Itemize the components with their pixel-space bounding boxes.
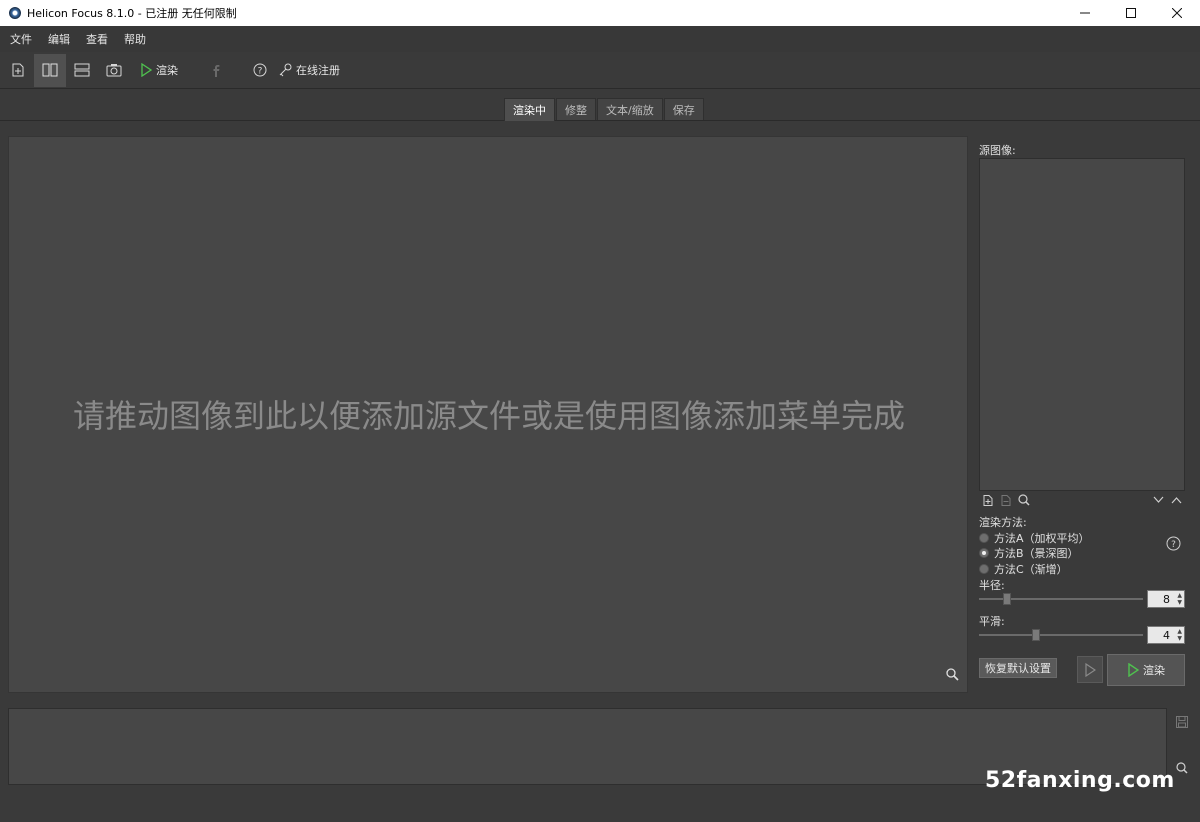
help-icon: ? <box>253 63 267 77</box>
camera-icon <box>106 64 122 77</box>
preview-zoom-button[interactable] <box>946 668 959 684</box>
menu-file[interactable]: 文件 <box>10 31 32 47</box>
source-tools <box>979 492 1185 508</box>
register-online-button[interactable]: 在线注册 <box>276 54 350 87</box>
smoothing-label: 平滑: <box>979 615 1005 628</box>
menu-view[interactable]: 查看 <box>86 31 108 47</box>
render-toolbar-label: 渲染 <box>156 64 178 77</box>
log-zoom-button[interactable] <box>1176 762 1188 777</box>
method-a-radio[interactable] <box>979 533 989 543</box>
remove-file-icon <box>1001 494 1011 506</box>
smoothing-slider-thumb[interactable] <box>1032 629 1040 641</box>
method-c-label: 方法C（渐增） <box>994 563 1068 576</box>
app-logo-icon <box>9 7 21 19</box>
facebook-button[interactable] <box>200 54 232 87</box>
drop-hint-text: 请推动图像到此以便添加源文件或是使用图像添加菜单完成 <box>72 397 905 435</box>
menu-help[interactable]: 帮助 <box>124 31 146 47</box>
facebook-icon <box>213 65 220 77</box>
smoothing-value: 4 <box>1163 628 1170 642</box>
close-button[interactable] <box>1154 0 1200 26</box>
camera-button[interactable] <box>98 54 130 87</box>
add-source-button[interactable] <box>979 494 997 506</box>
radius-value: 8 <box>1163 592 1170 606</box>
source-images-list[interactable] <box>979 158 1185 491</box>
render-method-label: 渲染方法: <box>979 516 1027 529</box>
render-toolbar-button[interactable]: 渲染 <box>130 54 188 87</box>
method-b-option[interactable]: 方法B（景深图） <box>979 545 1079 561</box>
render-button-label: 渲染 <box>1143 664 1165 677</box>
method-help-button[interactable]: ? <box>1166 536 1181 554</box>
save-icon <box>1176 716 1188 728</box>
svg-text:?: ? <box>258 67 263 77</box>
toolbar: 渲染 ? 在线注册 <box>0 52 1200 89</box>
svg-text:?: ? <box>1171 540 1176 550</box>
maximize-button[interactable] <box>1108 0 1154 26</box>
minimize-icon <box>1080 12 1090 14</box>
maximize-icon <box>1126 8 1136 18</box>
smoothing-slider-track <box>979 634 1143 636</box>
add-file-icon <box>983 494 993 506</box>
menu-edit[interactable]: 编辑 <box>48 31 70 47</box>
source-zoom-button[interactable] <box>1015 494 1033 506</box>
title-bar: Helicon Focus 8.1.0 - 已注册 无任何限制 <box>0 0 1200 26</box>
radius-slider[interactable] <box>979 593 1143 605</box>
tab-text-scale[interactable]: 文本/缩放 <box>597 98 663 120</box>
chevron-down-icon <box>1153 496 1163 503</box>
reset-defaults-button[interactable]: 恢复默认设置 <box>979 658 1057 678</box>
source-images-label: 源图像: <box>979 144 1016 157</box>
split-horizontal-icon <box>74 63 90 77</box>
menu-bar: 文件 编辑 查看 帮助 <box>0 26 1200 52</box>
method-c-option[interactable]: 方法C（渐增） <box>979 561 1068 577</box>
method-c-radio[interactable] <box>979 564 989 574</box>
method-b-label: 方法B（景深图） <box>994 547 1079 560</box>
radius-stepper-arrows[interactable]: ▲ ▼ <box>1177 592 1182 606</box>
right-panel: 源图像: 渲染方法: 方法A（加权平均） 方法B（景深图） 方法C（渐增） ? <box>976 136 1192 696</box>
key-icon <box>279 63 292 77</box>
tab-rendering[interactable]: 渲染中 <box>504 98 555 121</box>
zoom-icon <box>1018 494 1030 506</box>
window-title: Helicon Focus 8.1.0 - 已注册 无任何限制 <box>27 7 237 20</box>
remove-source-button[interactable] <box>997 494 1015 506</box>
render-button[interactable]: 渲染 <box>1107 654 1185 686</box>
play-icon <box>141 63 152 77</box>
zoom-icon <box>946 668 959 681</box>
radius-label: 半径: <box>979 579 1005 592</box>
register-online-label: 在线注册 <box>296 64 340 77</box>
window-controls <box>1062 0 1200 26</box>
help-icon: ? <box>1166 536 1181 551</box>
zoom-icon <box>1176 762 1188 774</box>
mode-tabs: 渲染中 修整 文本/缩放 保存 <box>504 98 705 121</box>
watermark-text: 52fanxing.com <box>985 768 1175 793</box>
tabs-row: 渲染中 修整 文本/缩放 保存 <box>0 90 1200 121</box>
smoothing-stepper[interactable]: 4 ▲ ▼ <box>1147 626 1185 644</box>
tab-retouch[interactable]: 修整 <box>556 98 596 120</box>
radius-slider-thumb[interactable] <box>1003 593 1011 605</box>
split-horizontal-button[interactable] <box>66 54 98 87</box>
close-icon <box>1172 8 1182 18</box>
smoothing-stepper-arrows[interactable]: ▲ ▼ <box>1177 628 1182 642</box>
play-icon <box>1128 663 1139 677</box>
method-a-label: 方法A（加权平均） <box>994 532 1090 545</box>
chevron-up-icon <box>1171 497 1181 504</box>
radius-stepper[interactable]: 8 ▲ ▼ <box>1147 590 1185 608</box>
minimize-button[interactable] <box>1062 0 1108 26</box>
preview-drop-area[interactable]: 请推动图像到此以便添加源文件或是使用图像添加菜单完成 <box>8 136 968 693</box>
move-up-button[interactable] <box>1167 496 1185 504</box>
split-vertical-button[interactable] <box>34 53 66 87</box>
help-button[interactable]: ? <box>244 54 276 87</box>
save-log-button[interactable] <box>1176 716 1188 731</box>
method-a-option[interactable]: 方法A（加权平均） <box>979 530 1090 546</box>
tab-save[interactable]: 保存 <box>663 98 704 120</box>
split-vertical-icon <box>42 63 58 77</box>
preview-render-button[interactable] <box>1077 656 1103 683</box>
smoothing-slider[interactable] <box>979 629 1143 641</box>
move-down-button[interactable] <box>1149 496 1167 504</box>
play-outline-icon <box>1085 662 1096 677</box>
add-file-icon <box>12 63 24 77</box>
method-b-radio[interactable] <box>979 548 989 558</box>
add-images-button[interactable] <box>2 54 34 87</box>
